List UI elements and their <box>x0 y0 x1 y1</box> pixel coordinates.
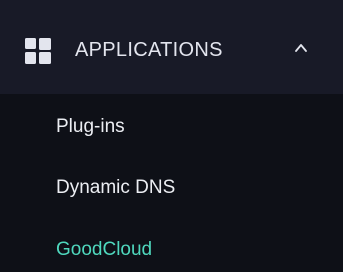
submenu-item-dynamic-dns[interactable]: Dynamic DNS <box>56 176 175 200</box>
apps-grid-icon <box>25 38 51 64</box>
applications-submenu: Plug-ins Dynamic DNS GoodCloud <box>0 94 343 272</box>
submenu-item-plug-ins[interactable]: Plug-ins <box>56 115 125 139</box>
applications-section-header[interactable]: APPLICATIONS <box>0 0 343 94</box>
submenu-item-goodcloud[interactable]: GoodCloud <box>56 238 152 262</box>
applications-label: APPLICATIONS <box>75 39 223 61</box>
chevron-up-icon[interactable] <box>292 41 310 55</box>
sidebar: APPLICATIONS Plug-ins Dynamic DNS GoodCl… <box>0 0 343 272</box>
